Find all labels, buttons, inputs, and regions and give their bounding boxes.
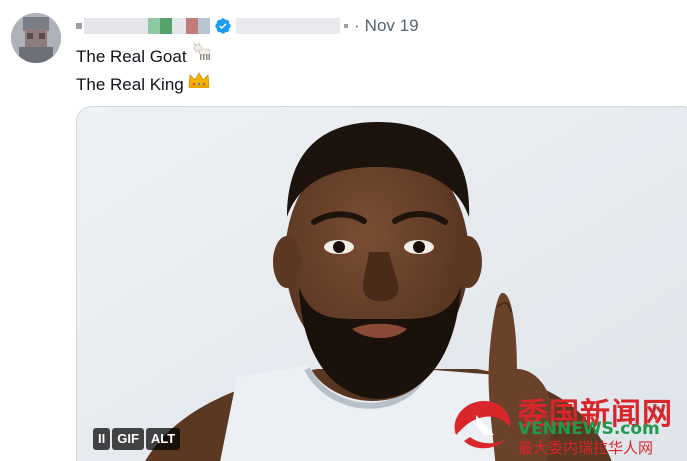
pause-button[interactable]: II bbox=[93, 428, 111, 450]
crown-emoji-icon bbox=[188, 70, 210, 98]
tweet-line-text: The Real King bbox=[76, 75, 184, 94]
watermark-site: VENNEWS.com bbox=[518, 419, 660, 439]
watermark: 委国新闻网 VENNEWS.com 最大委内瑞拉华人网 bbox=[446, 389, 686, 457]
avatar[interactable] bbox=[11, 13, 61, 63]
watermark-logo-icon bbox=[454, 401, 511, 449]
tweet-line: The Real Goat bbox=[76, 42, 213, 70]
handle-redacted[interactable] bbox=[236, 18, 348, 34]
media-controls: II GIF ALT bbox=[93, 428, 181, 450]
watermark-subtitle: 最大委内瑞拉华人网 bbox=[518, 439, 654, 457]
tweet-line: The Real King bbox=[76, 70, 213, 98]
tweet-line-text: The Real Goat bbox=[76, 47, 187, 66]
tweet-date[interactable]: Nov 19 bbox=[365, 16, 419, 36]
date-separator: · bbox=[354, 16, 360, 35]
tweet-header: · Nov 19 bbox=[76, 14, 419, 38]
display-name-redacted[interactable] bbox=[76, 18, 210, 34]
verified-badge-icon bbox=[215, 18, 231, 34]
goat-emoji-icon bbox=[191, 42, 213, 70]
tweet-text: The Real Goat The Real King bbox=[76, 42, 213, 98]
gif-badge: GIF bbox=[112, 428, 144, 450]
alt-text-button[interactable]: ALT bbox=[145, 428, 181, 450]
